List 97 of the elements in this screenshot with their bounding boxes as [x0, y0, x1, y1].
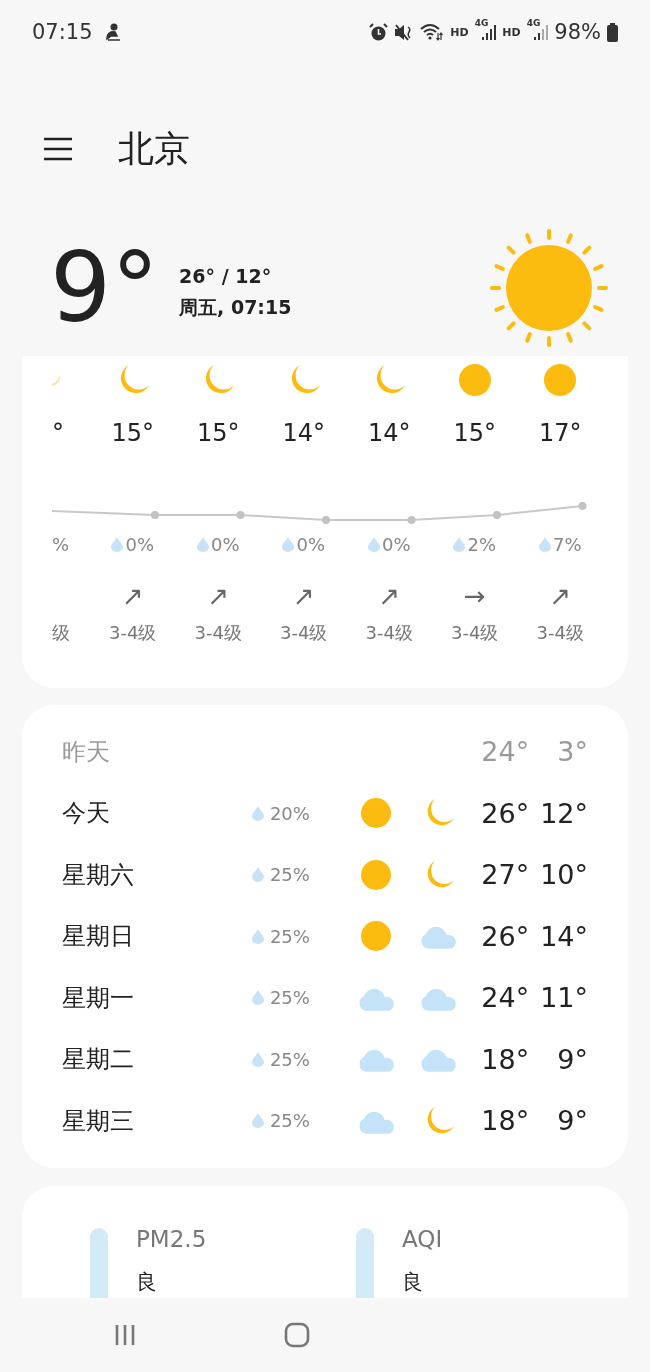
- precipitation-chance: 25%: [269, 864, 310, 886]
- precipitation-chance: 0%: [111, 533, 155, 555]
- alarm-icon: [369, 22, 389, 42]
- wind-direction-arrow: →: [463, 581, 486, 611]
- low-temperature: 10°: [539, 859, 588, 891]
- low-temperature: 9°: [556, 1105, 588, 1137]
- sun-icon: [544, 364, 577, 396]
- low-temperature: 3°: [556, 736, 588, 768]
- air-quality-value: 良: [136, 1268, 158, 1296]
- network-type-label: 4G: [474, 18, 489, 28]
- hourly-temperature: °: [52, 419, 64, 449]
- sun-icon: [52, 374, 60, 386]
- indicator-bar: [356, 1227, 374, 1298]
- raindrop-icon: [453, 536, 466, 552]
- low-temperature: 9°: [556, 1043, 588, 1075]
- current-datetime: 周五, 07:15: [179, 295, 292, 320]
- raindrop-icon: [251, 990, 264, 1006]
- high-temperature: 18°: [480, 1105, 530, 1137]
- hourly-temperature: 17°: [538, 419, 582, 449]
- sun-icon: [361, 798, 392, 829]
- signal-icon: [482, 24, 497, 40]
- air-quality-label: PM2.5: [136, 1225, 207, 1252]
- temperature-range: 26° / 12°: [179, 265, 273, 287]
- precipitation-chance: 0%: [282, 533, 326, 555]
- sun-icon: [458, 364, 491, 396]
- raindrop-icon: [538, 536, 551, 552]
- indicator-bar: [90, 1227, 108, 1298]
- city-title: 北京: [118, 126, 190, 171]
- raindrop-icon: [251, 867, 264, 883]
- sun-icon: [361, 859, 392, 890]
- wind-direction-arrow: ↗: [121, 581, 144, 611]
- hourly-temperature: 15°: [111, 419, 154, 449]
- day-name: 星期日: [62, 921, 135, 953]
- network-label: HD: [450, 25, 469, 39]
- wifi-icon: [420, 23, 445, 41]
- precipitation-chance: 25%: [269, 1048, 310, 1070]
- precipitation-chance: 0%: [367, 533, 411, 555]
- raindrop-icon: [251, 805, 264, 821]
- precipitation-chance: 7%: [538, 533, 582, 555]
- wind-level: 3-4级: [194, 621, 242, 645]
- network-type-label: 4G: [526, 18, 541, 28]
- wind-direction-arrow: ↗: [549, 581, 572, 611]
- wind-direction-arrow: ↗: [378, 581, 401, 611]
- sun-icon: [490, 229, 608, 347]
- menu-icon[interactable]: [43, 137, 73, 161]
- high-temperature: 26°: [480, 797, 530, 829]
- wind-level: 3-4级: [365, 621, 413, 645]
- wind-level: 3-4级: [109, 621, 157, 645]
- precipitation-chance: 25%: [269, 925, 310, 947]
- precipitation-chance: 25%: [269, 1110, 310, 1132]
- wind-level: 3-4级: [280, 621, 328, 645]
- wind-level: 3-4级: [536, 621, 584, 645]
- raindrop-icon: [282, 536, 295, 552]
- home-icon[interactable]: [284, 1321, 310, 1348]
- sun-icon: [361, 921, 392, 952]
- high-temperature: 26°: [480, 920, 530, 952]
- air-quality-value: 良: [402, 1268, 424, 1296]
- day-name: 星期三: [62, 1105, 135, 1137]
- high-temperature: 24°: [480, 982, 530, 1014]
- raindrop-icon: [367, 536, 380, 552]
- hourly-temperature: 14°: [282, 419, 325, 449]
- current-temperature: 9°: [50, 240, 160, 336]
- high-temperature: 18°: [480, 1043, 530, 1075]
- day-name: 昨天: [62, 736, 111, 768]
- precipitation-chance: 25%: [269, 987, 310, 1009]
- wind-direction-arrow: ↗: [292, 581, 315, 611]
- hourly-temperature: 14°: [367, 419, 411, 449]
- raindrop-icon: [196, 536, 209, 552]
- wind-level: 3-4级: [451, 621, 499, 645]
- precipitation-chance: %: [52, 533, 70, 555]
- network-label: HD: [502, 25, 521, 39]
- day-name: 星期一: [62, 982, 135, 1014]
- raindrop-icon: [251, 1051, 264, 1067]
- low-temperature: 11°: [539, 982, 588, 1014]
- precipitation-chance: 20%: [269, 802, 310, 824]
- battery-icon: [607, 22, 618, 42]
- day-name: 星期六: [62, 859, 135, 891]
- high-temperature: 24°: [480, 736, 530, 768]
- day-name: 今天: [62, 798, 111, 830]
- wind-level: 级: [52, 621, 70, 645]
- battery-percent: 98%: [554, 20, 601, 44]
- precipitation-chance: 0%: [196, 533, 240, 555]
- high-temperature: 27°: [480, 859, 530, 891]
- raindrop-icon: [251, 928, 264, 944]
- notification-icon: [104, 23, 121, 41]
- wind-direction-arrow: ↗: [207, 581, 230, 611]
- precipitation-chance: 2%: [453, 533, 497, 555]
- hourly-temperature: 15°: [196, 419, 240, 449]
- hourly-temperature: 15°: [453, 419, 496, 449]
- raindrop-icon: [251, 1113, 264, 1129]
- low-temperature: 14°: [539, 920, 588, 952]
- raindrop-icon: [111, 536, 124, 552]
- signal-icon: [534, 24, 549, 40]
- low-temperature: 12°: [539, 797, 588, 829]
- day-name: 星期二: [62, 1044, 135, 1076]
- status-time: 07:15: [32, 20, 93, 44]
- air-quality-label: AQI: [402, 1225, 443, 1252]
